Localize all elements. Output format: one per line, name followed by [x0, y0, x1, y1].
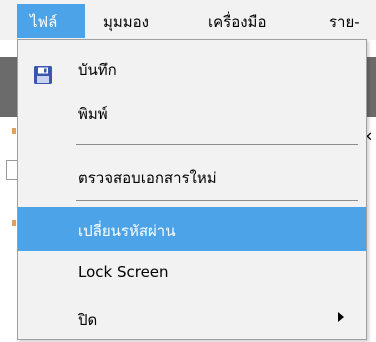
- menu-bar: ไฟล์ มุมมอง เครื่องมือ ราย-: [0, 0, 376, 40]
- menu-file-label: ไฟล์: [30, 13, 58, 31]
- menu-report[interactable]: ราย-: [329, 10, 360, 34]
- menu-view[interactable]: มุมมอง: [103, 10, 149, 34]
- menu-item-check-new-documents-label: ตรวจสอบเอกสารใหม่: [78, 169, 217, 187]
- menu-separator: [76, 144, 358, 145]
- background-decoration-2: [12, 220, 16, 226]
- menu-item-change-password[interactable]: เปลี่ยนรหัสผ่าน: [18, 207, 366, 251]
- background-decoration: [12, 128, 16, 134]
- menu-item-close-label: ปิด: [78, 311, 98, 329]
- menu-item-change-password-label: เปลี่ยนรหัสผ่าน: [78, 222, 176, 240]
- menu-item-print[interactable]: พิมพ์: [18, 102, 366, 142]
- menu-separator: [76, 200, 358, 201]
- menu-file[interactable]: ไฟล์: [17, 4, 85, 38]
- menu-item-print-label: พิมพ์: [78, 105, 108, 123]
- menu-item-save[interactable]: บันทึก: [18, 58, 366, 98]
- menu-item-lock-screen-label: Lock Screen: [78, 263, 169, 281]
- menu-item-close[interactable]: ปิด: [18, 298, 366, 338]
- file-menu-dropdown: บันทึก พิมพ์ ตรวจสอบเอกสารใหม่ เปลี่ยนรห…: [17, 39, 367, 340]
- menu-item-lock-screen[interactable]: Lock Screen: [18, 254, 366, 294]
- floppy-disk-icon: [34, 66, 52, 84]
- menu-tools[interactable]: เครื่องมือ: [208, 10, 266, 34]
- submenu-arrow-icon: [338, 312, 344, 322]
- menu-item-save-label: บันทึก: [78, 61, 117, 79]
